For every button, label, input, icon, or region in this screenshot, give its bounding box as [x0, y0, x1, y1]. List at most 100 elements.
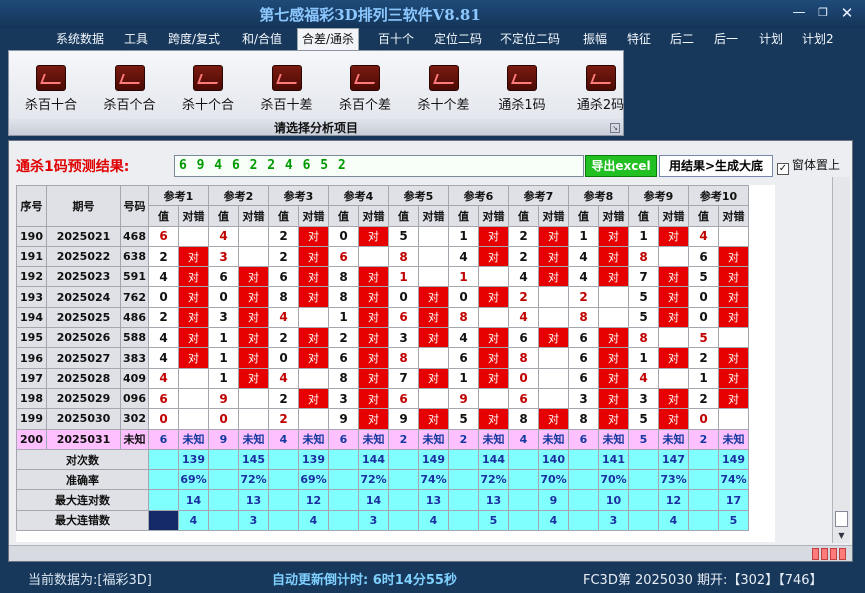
- menu-item-0[interactable]: 系统数据: [56, 30, 104, 48]
- menu-item-3[interactable]: 和/合值: [242, 30, 282, 48]
- ref-value-cell: 8: [628, 327, 659, 349]
- ribbon-expand-icon[interactable]: ↘: [610, 123, 620, 133]
- generate-base-button[interactable]: 用结果>生成大底: [659, 155, 773, 177]
- ref-value-cell: 3: [208, 245, 239, 268]
- value-subheader: 值: [568, 205, 599, 227]
- export-excel-button[interactable]: 导出excel: [585, 155, 657, 177]
- stat-value: 73%: [658, 469, 689, 491]
- stat-spacer: [268, 469, 299, 491]
- menu-item-12[interactable]: 计划: [759, 30, 783, 48]
- miss-cell: [418, 347, 449, 369]
- ribbon-tool-5[interactable]: 杀十个差: [406, 65, 482, 113]
- menu-item-6[interactable]: 定位二码: [434, 30, 482, 48]
- table-row[interactable]: 192 2025023 591 4 对 6 对 6 对 8 对 1 1 4 对 4 对 7 对 5 对: [16, 266, 749, 288]
- menu-item-11[interactable]: 后一: [714, 30, 738, 48]
- stat-label: 准确率: [16, 469, 149, 491]
- table-row[interactable]: 198 2025029 096 6 9 2 对 3 对 6 9 6 3 对 3 对 2 对: [16, 387, 749, 410]
- checkbox-check-icon[interactable]: ✓: [777, 163, 789, 175]
- ref-value-cell: 1: [448, 367, 479, 389]
- miss-cell: [478, 306, 509, 329]
- work-area: 通杀1码预测结果: 6 9 4 6 2 2 4 6 5 2 导出excel 用结…: [8, 140, 853, 562]
- row-seq: 200: [16, 428, 47, 450]
- ref-header-3[interactable]: 参考3: [268, 185, 329, 207]
- ref-header-6[interactable]: 参考6: [448, 185, 509, 207]
- menu-item-5[interactable]: 百十个: [378, 30, 414, 48]
- ribbon-tool-4[interactable]: 杀百个差: [327, 65, 403, 113]
- ref-value-cell: 6: [208, 266, 239, 288]
- ref-header-10[interactable]: 参考10: [688, 185, 749, 207]
- stat-spacer: [688, 469, 719, 491]
- row-number: 588: [120, 327, 149, 349]
- ref-value-cell: 1: [208, 327, 239, 349]
- ref-value-cell: 2: [688, 347, 719, 369]
- table-row[interactable]: 199 2025030 302 0 0 2 9 对 9 对 5 对 8 对 8 对 5 对 0: [16, 408, 749, 430]
- ref-header-9[interactable]: 参考9: [628, 185, 689, 207]
- ribbon-tool-6[interactable]: 通杀1码: [484, 65, 560, 113]
- menu-item-7[interactable]: 不定位二码: [500, 30, 560, 48]
- ribbon-tool-0[interactable]: 杀百十合: [13, 65, 89, 113]
- ref-value-cell: 7: [388, 367, 419, 389]
- value-subheader: 值: [208, 205, 239, 227]
- hit-cell: 对: [358, 347, 389, 369]
- scroll-down-icon[interactable]: ▼: [835, 529, 848, 542]
- scrollbar-thumb[interactable]: [835, 511, 848, 527]
- menu-item-13[interactable]: 计划2: [802, 30, 834, 48]
- value-subheader: 值: [508, 205, 539, 227]
- table-row[interactable]: 196 2025027 383 4 对 1 对 0 对 6 对 8 6 对 8 6 对 1 对 2 对: [16, 347, 749, 369]
- menu-item-4[interactable]: 合差/通杀: [297, 28, 360, 50]
- hit-cell: 对: [418, 286, 449, 308]
- table-row[interactable]: 193 2025024 762 0 对 0 对 8 对 8 对 0 对 0 对 2 2 5 对 0 对: [16, 286, 749, 308]
- prediction-result-field[interactable]: 6 9 4 6 2 2 4 6 5 2: [174, 155, 584, 177]
- menu-item-1[interactable]: 工具: [124, 30, 148, 48]
- table-row[interactable]: 190 2025021 468 6 4 2 对 0 对 5 1 对 2 对 1 对 1 对 4: [16, 225, 749, 247]
- ref-header-8[interactable]: 参考8: [568, 185, 629, 207]
- hit-cell: 对: [178, 266, 209, 288]
- vertical-scrollbar[interactable]: ▼: [832, 177, 850, 543]
- hit-cell: 对: [178, 347, 209, 369]
- stat-label: 最大连对数: [16, 489, 149, 511]
- stat-value: 147: [658, 448, 689, 471]
- row-period: 2025028: [46, 367, 121, 389]
- table-row[interactable]: 195 2025026 588 4 对 1 对 2 对 2 对 3 对 4 对 6 对 6 对 8 5: [16, 327, 749, 349]
- ref-header-4[interactable]: 参考4: [328, 185, 389, 207]
- stat-row: 最大连对数 14 13 12 14 13 13 9 10 12 17: [16, 489, 749, 511]
- stat-spacer: [448, 469, 479, 491]
- stat-spacer: [328, 509, 359, 532]
- stat-spacer: [388, 469, 419, 491]
- ref-header-7[interactable]: 参考7: [508, 185, 569, 207]
- menu-item-8[interactable]: 振幅: [583, 30, 607, 48]
- minimize-icon[interactable]: —: [788, 4, 810, 22]
- table-row[interactable]: 197 2025028 409 4 1 对 4 8 对 7 对 1 对 0 6 对 4 1 对: [16, 367, 749, 389]
- stat-value: 72%: [238, 469, 269, 491]
- ref-header-1[interactable]: 参考1: [148, 185, 209, 207]
- ref-header-5[interactable]: 参考5: [388, 185, 449, 207]
- table-row-pending[interactable]: 200 2025031 未知 6 未知 9 未知 4 未知 6 未知 2 未知 2 未知 4 未知 6 未知 5 未知 2…: [16, 428, 749, 450]
- ribbon-tool-1[interactable]: 杀百个合: [92, 65, 168, 113]
- hit-cell: 对: [358, 306, 389, 329]
- ribbon-tool-2[interactable]: 杀十个合: [170, 65, 246, 113]
- menu-item-9[interactable]: 特征: [627, 30, 651, 48]
- stat-value: 17: [718, 489, 749, 511]
- ribbon-tool-label: 杀百个合: [103, 98, 156, 113]
- stat-spacer: [388, 489, 419, 511]
- window-ontop-checkbox[interactable]: ✓ 窗体置上: [777, 156, 840, 175]
- menu-item-10[interactable]: 后二: [670, 30, 694, 48]
- miss-cell: [538, 367, 569, 389]
- stat-spacer: [568, 509, 599, 532]
- table-row[interactable]: 194 2025025 486 2 对 3 对 4 1 对 6 对 8 4 8 5 对 0 对: [16, 306, 749, 329]
- row-number: 383: [120, 347, 149, 369]
- close-icon[interactable]: ✕: [836, 4, 858, 22]
- ref-header-2[interactable]: 参考2: [208, 185, 269, 207]
- ribbon-caption: 请选择分析项目: [9, 119, 623, 135]
- value-subheader: 值: [688, 205, 719, 227]
- stat-spacer: [148, 509, 179, 532]
- restore-icon[interactable]: ❐: [812, 4, 834, 22]
- stat-value: 70%: [598, 469, 629, 491]
- ribbon-tool-3[interactable]: 杀百十差: [249, 65, 325, 113]
- ref-value-cell: 1: [208, 347, 239, 369]
- miss-cell: [418, 266, 449, 288]
- ref-value-cell: 6: [328, 245, 359, 268]
- menu-item-2[interactable]: 跨度/复式: [168, 30, 220, 48]
- ribbon-tool-7[interactable]: 通杀2码: [563, 65, 639, 113]
- table-row[interactable]: 191 2025022 638 2 对 3 2 对 6 8 4 对 2 对 4 对 8 6 对: [16, 245, 749, 268]
